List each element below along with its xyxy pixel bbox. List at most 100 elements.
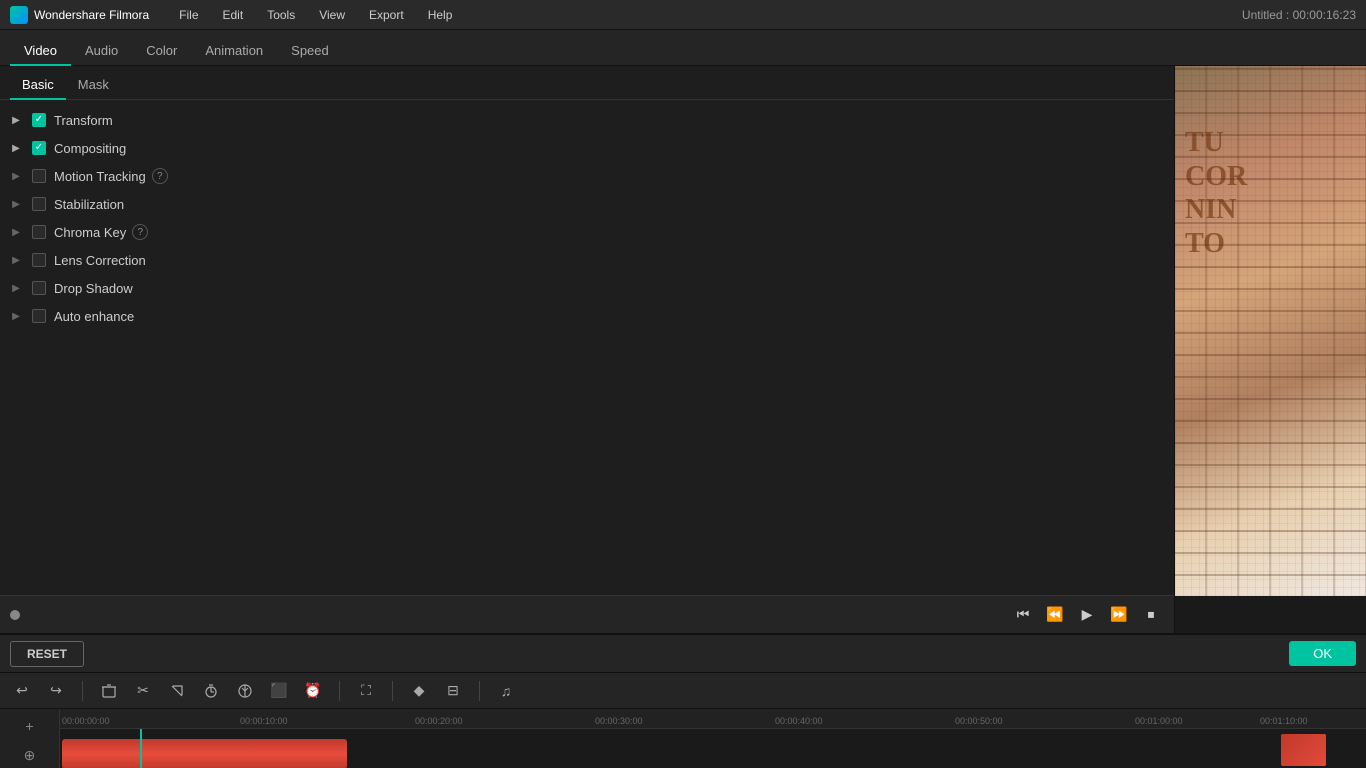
tab-audio[interactable]: Audio — [71, 37, 132, 66]
property-row-stabilization[interactable]: ▶ Stabilization — [0, 190, 1174, 218]
timeline-thumbnail — [1281, 734, 1326, 766]
ruler-mark-1: 00:00:10:00 — [240, 716, 288, 726]
align-button[interactable]: ⊟ — [441, 679, 465, 703]
expand-arrow-stabilization: ▶ — [8, 196, 24, 212]
help-icon-motion-tracking[interactable]: ? — [152, 168, 168, 184]
timer-button[interactable] — [199, 679, 223, 703]
menu-tools[interactable]: Tools — [257, 6, 305, 24]
menu-file[interactable]: File — [169, 6, 208, 24]
title-info: Untitled : 00:00:16:23 — [1242, 8, 1356, 22]
tab-speed[interactable]: Speed — [277, 37, 343, 66]
property-list: ▶ Transform ▶ Compositing ▶ Motion Track… — [0, 100, 1174, 595]
frame-back-button[interactable]: ⏪ — [1042, 602, 1068, 628]
tab-color[interactable]: Color — [132, 37, 191, 66]
timeline-ruler: 00:00:00:00 00:00:10:00 00:00:20:00 00:0… — [60, 709, 1366, 729]
property-row-chroma-key[interactable]: ▶ Chroma Key ? — [0, 218, 1174, 246]
reset-button[interactable]: RESET — [10, 641, 84, 667]
checkbox-chroma-key[interactable] — [32, 225, 46, 239]
timeline-sidebar: + ⊕ — [0, 709, 60, 768]
checkbox-auto-enhance[interactable] — [32, 309, 46, 323]
titlebar: Wondershare Filmora File Edit Tools View… — [0, 0, 1366, 30]
expand-arrow-compositing: ▶ — [8, 140, 24, 156]
expand-arrow-transform: ▶ — [8, 112, 24, 128]
delete-button[interactable] — [97, 679, 121, 703]
expand-button[interactable]: ⛶ — [354, 679, 378, 703]
play-button[interactable]: ▶ — [1074, 602, 1100, 628]
checkbox-lens-correction[interactable] — [32, 253, 46, 267]
stop-button[interactable]: ⏹ — [1138, 602, 1164, 628]
menu-bar: File Edit Tools View Export Help — [169, 6, 1242, 24]
crop-button[interactable] — [165, 679, 189, 703]
prop-label-transform: Transform — [54, 113, 113, 128]
expand-arrow-auto-enhance: ▶ — [8, 308, 24, 324]
track-clip-1[interactable] — [62, 739, 347, 768]
checkbox-drop-shadow[interactable] — [32, 281, 46, 295]
property-row-auto-enhance[interactable]: ▶ Auto enhance — [0, 302, 1174, 330]
property-row-motion-tracking[interactable]: ▶ Motion Tracking ? — [0, 162, 1174, 190]
ruler-mark-2: 00:00:20:00 — [415, 716, 463, 726]
property-row-transform[interactable]: ▶ Transform — [0, 106, 1174, 134]
prop-label-stabilization: Stabilization — [54, 197, 124, 212]
timeline-magnet[interactable]: ⊕ — [16, 743, 44, 768]
action-bar: RESET OK — [0, 635, 1366, 673]
toolbar: ↩ ↪ ✂ — [0, 673, 1366, 709]
tab-video[interactable]: Video — [10, 37, 71, 66]
property-row-lens-correction[interactable]: ▶ Lens Correction — [0, 246, 1174, 274]
timeline-add-track[interactable]: + — [16, 713, 44, 739]
checkbox-compositing[interactable] — [32, 141, 46, 155]
diamond-button[interactable]: ◆ — [407, 679, 431, 703]
checkbox-motion-tracking[interactable] — [32, 169, 46, 183]
help-icon-chroma-key[interactable]: ? — [132, 224, 148, 240]
top-tab-bar: Video Audio Color Animation Speed — [0, 30, 1366, 66]
tab-animation[interactable]: Animation — [191, 37, 277, 66]
ruler-mark-5: 00:00:50:00 — [955, 716, 1003, 726]
right-panel: TUCORNINTO — [1175, 66, 1366, 633]
cut-button[interactable]: ✂ — [131, 679, 155, 703]
redo-button[interactable]: ↪ — [44, 679, 68, 703]
expand-arrow-lens-correction: ▶ — [8, 252, 24, 268]
subtab-basic[interactable]: Basic — [10, 71, 66, 100]
menu-export[interactable]: Export — [359, 6, 414, 24]
ok-button[interactable]: OK — [1289, 641, 1356, 666]
prop-label-compositing: Compositing — [54, 141, 126, 156]
step-back-button[interactable]: ⏮ — [1010, 602, 1036, 628]
undo-button[interactable]: ↩ — [10, 679, 34, 703]
menu-view[interactable]: View — [309, 6, 355, 24]
toolbar-separator-4 — [479, 681, 480, 701]
app-logo: Wondershare Filmora — [10, 6, 149, 24]
menu-help[interactable]: Help — [418, 6, 463, 24]
track-row-1 — [60, 729, 1366, 768]
frame-forward-button[interactable]: ⏩ — [1106, 602, 1132, 628]
content-area: Basic Mask ▶ Transform ▶ Compositing — [0, 66, 1366, 633]
app-logo-icon — [10, 6, 28, 24]
expand-arrow-chroma-key: ▶ — [8, 224, 24, 240]
audio-button[interactable]: ♫ — [494, 679, 518, 703]
preview-text-overlay: TUCORNINTO — [1185, 126, 1247, 260]
prop-label-chroma-key: Chroma Key — [54, 225, 126, 240]
expand-arrow-drop-shadow: ▶ — [8, 280, 24, 296]
timeline-main: 00:00:00:00 00:00:10:00 00:00:20:00 00:0… — [60, 709, 1366, 768]
menu-edit[interactable]: Edit — [213, 6, 254, 24]
subtab-mask[interactable]: Mask — [66, 71, 121, 100]
bottom-section: RESET OK ↩ ↪ ✂ — [0, 633, 1366, 768]
timeline-tracks — [60, 729, 1366, 768]
ruler-mark-4: 00:00:40:00 — [775, 716, 823, 726]
ruler-mark-3: 00:00:30:00 — [595, 716, 643, 726]
timer2-button[interactable]: ⏰ — [301, 679, 325, 703]
app-name: Wondershare Filmora — [34, 8, 149, 22]
checkbox-transform[interactable] — [32, 113, 46, 127]
prop-label-auto-enhance: Auto enhance — [54, 309, 134, 324]
ruler-mark-6: 00:01:00:00 — [1135, 716, 1183, 726]
prop-label-lens-correction: Lens Correction — [54, 253, 146, 268]
property-row-compositing[interactable]: ▶ Compositing — [0, 134, 1174, 162]
toolbar-separator-3 — [392, 681, 393, 701]
preview-image: TUCORNINTO — [1175, 66, 1366, 596]
expand-arrow-motion-tracking: ▶ — [8, 168, 24, 184]
left-panel: Basic Mask ▶ Transform ▶ Compositing — [0, 66, 1175, 633]
property-row-drop-shadow[interactable]: ▶ Drop Shadow — [0, 274, 1174, 302]
transform-button[interactable]: ⬛ — [267, 679, 291, 703]
checkbox-stabilization[interactable] — [32, 197, 46, 211]
ruler-mark-7: 00:01:10:00 — [1260, 716, 1308, 726]
timeline-area: + ⊕ 00:00:00:00 00:00:10:00 00:00:20:00 … — [0, 709, 1366, 768]
freeze-button[interactable] — [233, 679, 257, 703]
